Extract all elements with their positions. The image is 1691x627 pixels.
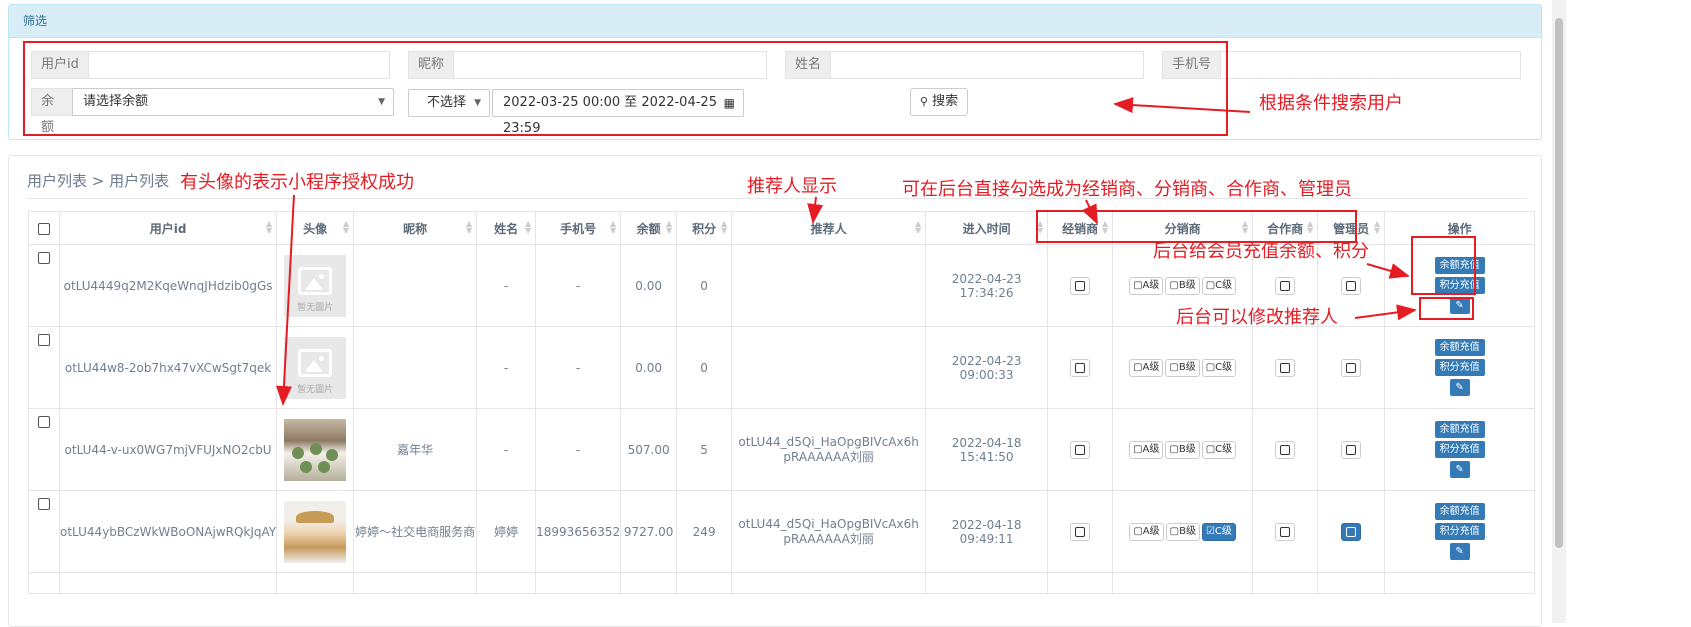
arrow-search	[1113, 97, 1251, 114]
arrow-roles	[1082, 199, 1098, 225]
annotation-arrows	[275, 97, 1417, 406]
scrollbar-thumb[interactable]	[1555, 18, 1563, 548]
arrow-referrer	[807, 196, 824, 224]
arrow-avatar	[275, 194, 295, 406]
arrow-recharge	[1366, 263, 1410, 279]
arrow-edit	[1354, 304, 1417, 321]
